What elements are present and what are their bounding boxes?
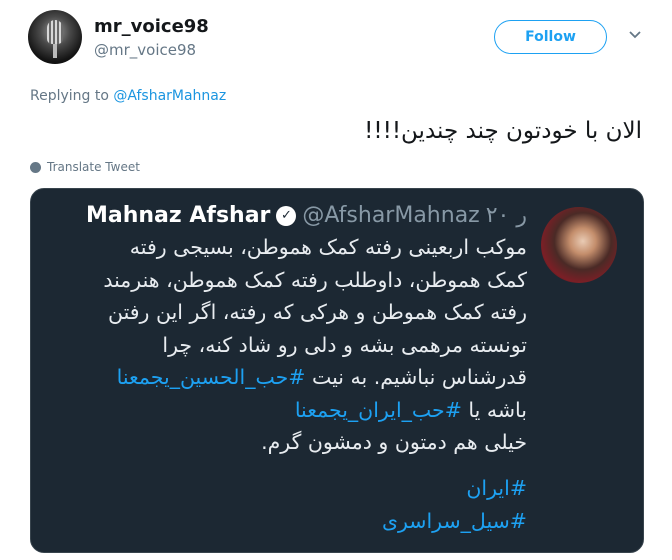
hashtag-link[interactable]: #حب_ایران_یجمعنا [295,398,462,422]
hashtag-link[interactable]: #سیل_سراسری [382,505,527,538]
globe-icon [30,161,41,173]
quoted-hashtags: #ایران #سیل_سراسری [382,472,527,537]
quoted-line: تونسته مرهمی بشه و دلی رو شاد کنه، چرا [162,332,527,357]
replying-to: Replying to @AfsharMahnaz [30,88,226,104]
quoted-name: Mahnaz Afshar [85,203,271,228]
verified-badge-icon: ✓ [276,205,297,226]
hashtag-link[interactable]: #ایران [382,472,527,505]
quoted-handle: @AfsharMahnaz [302,203,480,228]
translate-label[interactable]: Translate Tweet [47,160,140,174]
quoted-line-with-hashtag: قدرشناس نباشیم. به نیت #حب_الحسین_یجمعنا [116,365,527,389]
quoted-line: کمک هموطن، داوطلب رفته کمک هموطن، هنرمند [103,267,527,292]
quoted-avatar [541,207,617,283]
quoted-time: ۲۰ ر [485,203,527,228]
quoted-line: رفته کمک هموطن و هرکی که رفته، اگر این ر… [107,300,527,324]
hashtag-link[interactable]: #حب_الحسین_یجمعنا [117,365,306,389]
replying-handle-link[interactable]: @AfsharMahnaz [113,88,226,104]
quoted-line-with-hashtag: باشه یا #حب_ایران_یجمعنا [294,397,527,422]
chevron-down-icon[interactable] [626,26,644,44]
replying-prefix: Replying to [30,88,109,104]
author-avatar[interactable] [28,10,82,64]
author-name[interactable]: mr_voice98 [94,16,209,37]
quoted-header: Mahnaz Afshar ✓ @AfsharMahnaz ۲۰ ر [86,203,527,228]
quoted-line: موکب اربعینی رفته کمک هموطن، بسیجی رفته [129,235,527,259]
quoted-line: خیلی هم دمتون و دمشون گرم. [261,430,527,454]
follow-button[interactable]: Follow [494,20,607,54]
quoted-tweet[interactable]: Mahnaz Afshar ✓ @AfsharMahnaz ۲۰ ر موکب … [30,188,644,553]
tweet-text: الان با خودتون چند چندین!!!! [364,118,642,144]
translate-tweet[interactable]: Translate Tweet [30,160,140,174]
author-handle[interactable]: @mr_voice98 [94,41,196,59]
microphone-icon [47,20,63,44]
quoted-text: موکب اربعینی رفته کمک هموطن، بسیجی رفته … [57,231,527,459]
